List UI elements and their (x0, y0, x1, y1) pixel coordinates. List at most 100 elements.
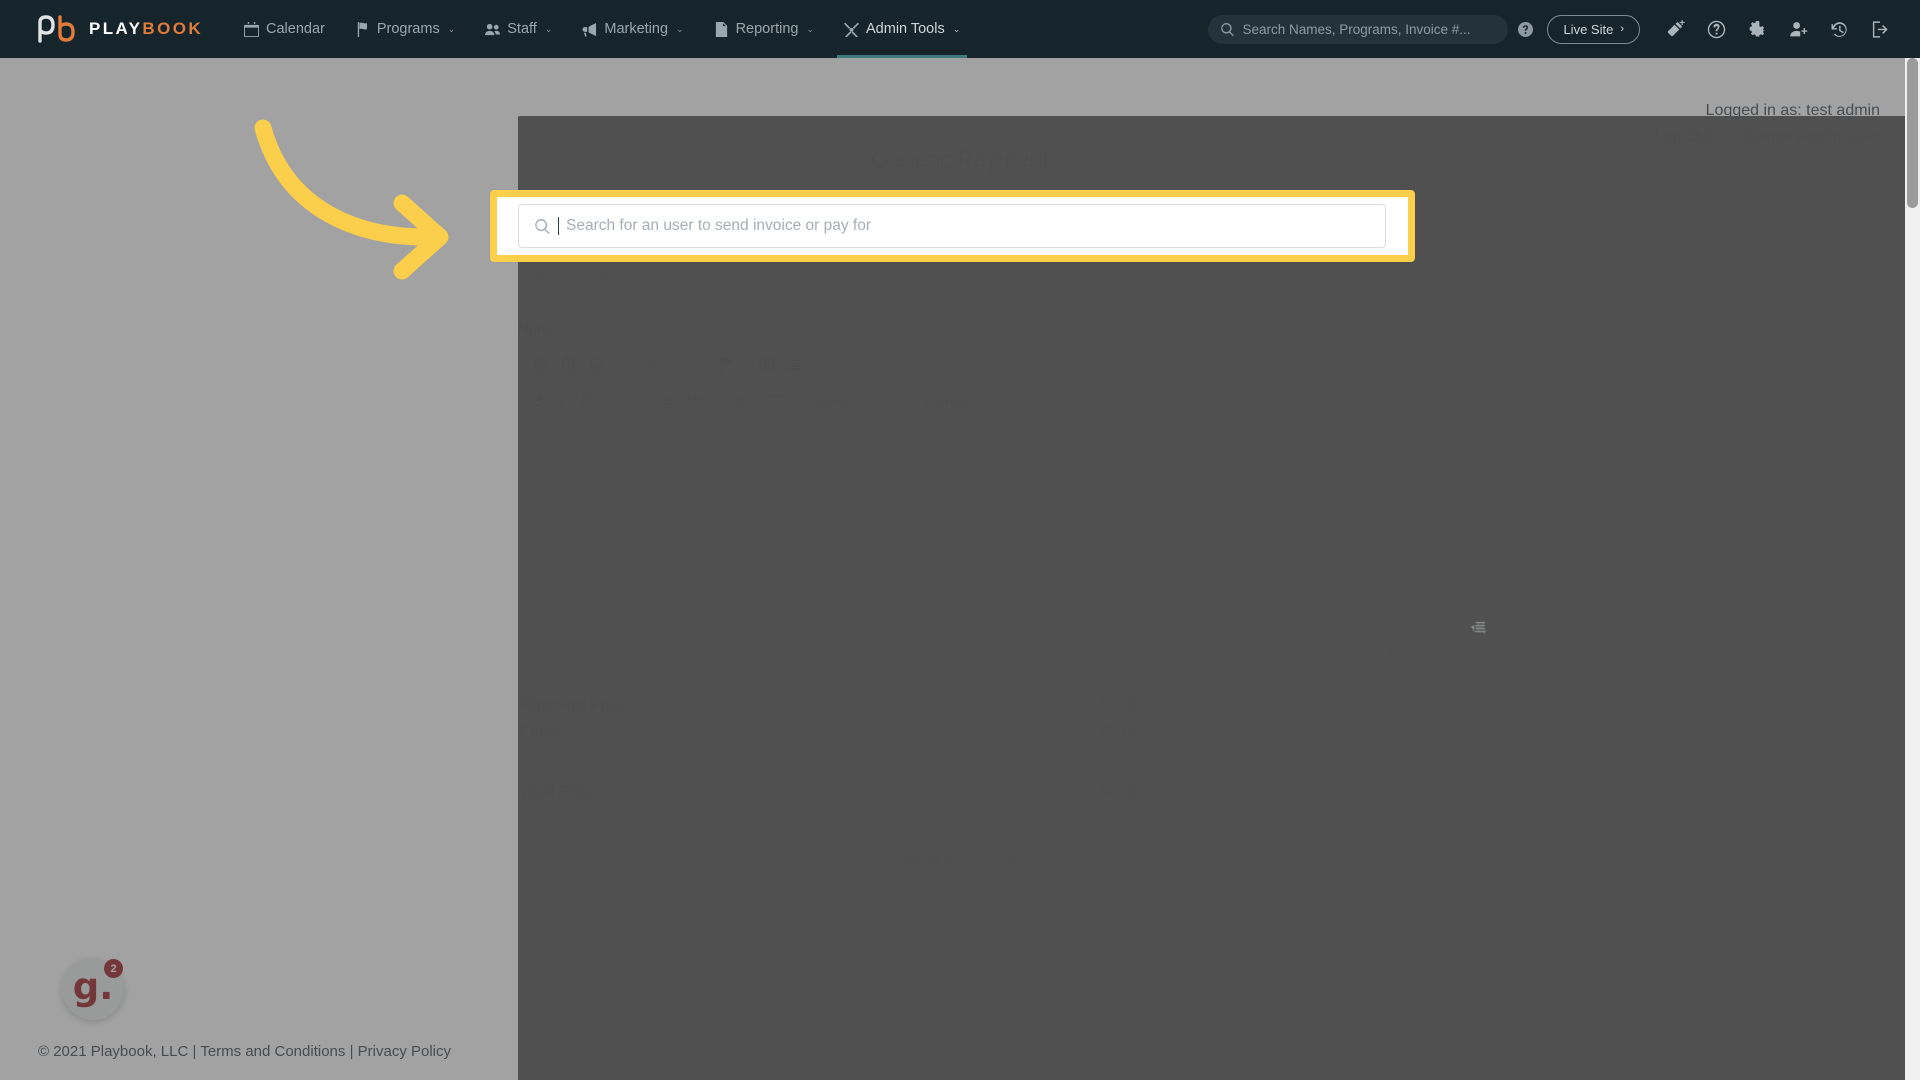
nav-item-staff[interactable]: Staff ⌄ (470, 0, 567, 58)
svg-text:1: 1 (658, 396, 661, 402)
gear-icon[interactable] (1748, 20, 1767, 39)
format-label: Format (926, 393, 968, 409)
footer-separator: | (192, 1043, 197, 1060)
user-session-bar: Logged in as: test admin Log Out Change … (1655, 98, 1880, 149)
editor-resize-handle[interactable] (1386, 643, 1397, 654)
horizontal-rule-icon[interactable] (780, 352, 808, 378)
navbar-action-icons (1666, 19, 1890, 39)
svg-text:ABC: ABC (645, 361, 657, 367)
toolbar-separator (604, 392, 605, 410)
svg-text:2: 2 (658, 403, 661, 409)
summary-divider (520, 762, 1400, 763)
footer: © 2021 Playbook, LLC | Terms and Conditi… (38, 1043, 451, 1060)
send-as-invoice-button[interactable]: Send as Invoice (518, 836, 1402, 880)
chevron-down-icon: ⌄ (952, 23, 961, 34)
summary-value: $0.00 (1100, 723, 1142, 741)
summary-label: Payment Price: (520, 696, 632, 714)
history-icon[interactable] (1830, 20, 1849, 39)
link-icon[interactable] (683, 352, 711, 378)
nav-label: Staff (507, 21, 537, 37)
search-icon (535, 218, 550, 234)
search-icon (1221, 22, 1235, 36)
styles-dropdown[interactable]: Styles ▾ (807, 388, 901, 414)
blockquote-button[interactable]: ”” (762, 388, 790, 414)
paste-as-text-icon[interactable]: T (554, 352, 582, 378)
megaphone-icon (582, 22, 597, 37)
remove-format-icon[interactable]: Tx (611, 388, 639, 414)
bulleted-list-icon[interactable] (680, 388, 708, 414)
user-search-placeholder: Search for an user to send invoice or pa… (566, 217, 871, 234)
italic-button[interactable]: I (550, 388, 574, 414)
numbered-list-icon[interactable]: 12 (652, 388, 680, 414)
summary-row-total-price: Total Price: $0.00 (518, 779, 1402, 806)
logout-icon[interactable] (1871, 20, 1890, 39)
summary-row-fees: Fees: $0.00 (518, 719, 1402, 746)
toolbar-separator (838, 355, 839, 374)
document-icon (714, 21, 729, 37)
nav-item-reporting[interactable]: Reporting ⌄ (699, 0, 829, 58)
playbook-logo-mark (34, 14, 80, 44)
playbook-logo[interactable]: PLAYBOOK (34, 0, 203, 58)
toolbar-separator (755, 392, 756, 410)
note-label: Note: (518, 321, 554, 338)
add-user-icon[interactable] (1789, 20, 1808, 39)
people-icon (485, 22, 501, 37)
editor-content-area[interactable] (519, 420, 1401, 636)
flag-icon (355, 21, 370, 37)
session-links: Log Out Change Admin User (1655, 124, 1880, 150)
indent-icon[interactable] (721, 388, 749, 414)
spellcheck-icon[interactable]: ABC (636, 352, 670, 378)
anchor-flag-icon[interactable] (711, 352, 739, 378)
total-value: $0.00 (1100, 783, 1142, 801)
amount-placeholder: Enter an amount (554, 266, 670, 283)
text-cursor (558, 217, 559, 235)
paste-from-word-icon[interactable]: W (582, 352, 610, 378)
toolbar-separator (745, 355, 746, 374)
chevron-down-icon: ⌄ (544, 23, 553, 34)
bold-button[interactable]: B (526, 388, 550, 414)
nav-label: Reporting (735, 21, 799, 37)
live-site-label: Live Site (1563, 21, 1614, 37)
scrollbar-thumb[interactable] (1907, 58, 1918, 208)
live-site-button[interactable]: Live Site › (1547, 14, 1640, 44)
chat-unread-badge: 2 (104, 959, 123, 978)
special-character-icon[interactable] (808, 352, 832, 378)
change-admin-user-link[interactable]: Change Admin User (1737, 128, 1880, 145)
navbar-help-icon[interactable] (1518, 21, 1534, 37)
tools-icon (844, 22, 859, 37)
strikethrough-button[interactable]: S (574, 388, 598, 414)
svg-text:W: W (593, 363, 600, 371)
styles-label: Styles (815, 393, 851, 409)
chevron-down-icon: ▾ (890, 395, 895, 406)
user-search-input[interactable]: Search for an user to send invoice or pa… (518, 204, 1386, 248)
page-title: Generic Payment (871, 146, 1049, 172)
page-scrollbar[interactable] (1905, 58, 1920, 1080)
table-icon[interactable] (752, 352, 780, 378)
svg-text:x: x (625, 400, 630, 409)
help-circle-icon[interactable] (1707, 20, 1726, 39)
global-search-input[interactable]: Search Names, Programs, Invoice #... (1208, 14, 1509, 44)
nav-item-calendar[interactable]: Calendar (229, 0, 340, 58)
format-dropdown[interactable]: Format ▾ (918, 388, 1012, 414)
summary-label: Fees: (520, 723, 562, 741)
chevron-down-icon: ⌄ (676, 23, 684, 34)
toolbar-separator (796, 392, 797, 410)
svg-text:T: T (566, 362, 571, 371)
nav-item-programs[interactable]: Programs ⌄ (340, 0, 470, 58)
total-label: Total Price: (520, 783, 602, 801)
price-summary: Payment Price: $0.00 Fees: $0.00 Total P… (518, 692, 1402, 806)
chevron-down-icon: ⌄ (447, 23, 456, 34)
chat-widget-button[interactable]: g. 2 (62, 958, 124, 1020)
nav-item-marketing[interactable]: Marketing ⌄ (567, 0, 698, 58)
log-out-link[interactable]: Log Out (1655, 128, 1712, 145)
payment-form: Generic Payment $ Enter an amount Note: (518, 58, 1920, 1080)
primary-nav: Calendar Programs ⌄ Staff ⌄ Marketing ⌄ … (229, 0, 975, 58)
nav-item-admin-tools[interactable]: Admin Tools ⌄ (829, 0, 975, 58)
app-root: PLAYBOOK Calendar Programs ⌄ Staff ⌄ Mar… (0, 0, 1920, 1080)
terms-and-conditions-link[interactable]: Terms and Conditions (200, 1043, 345, 1060)
privacy-policy-link[interactable]: Privacy Policy (358, 1043, 451, 1060)
paste-icon[interactable] (526, 352, 554, 378)
footer-copyright: © 2021 Playbook, LLC (38, 1043, 189, 1060)
announcement-add-icon[interactable] (1666, 19, 1685, 39)
footer-separator: | (349, 1043, 354, 1060)
